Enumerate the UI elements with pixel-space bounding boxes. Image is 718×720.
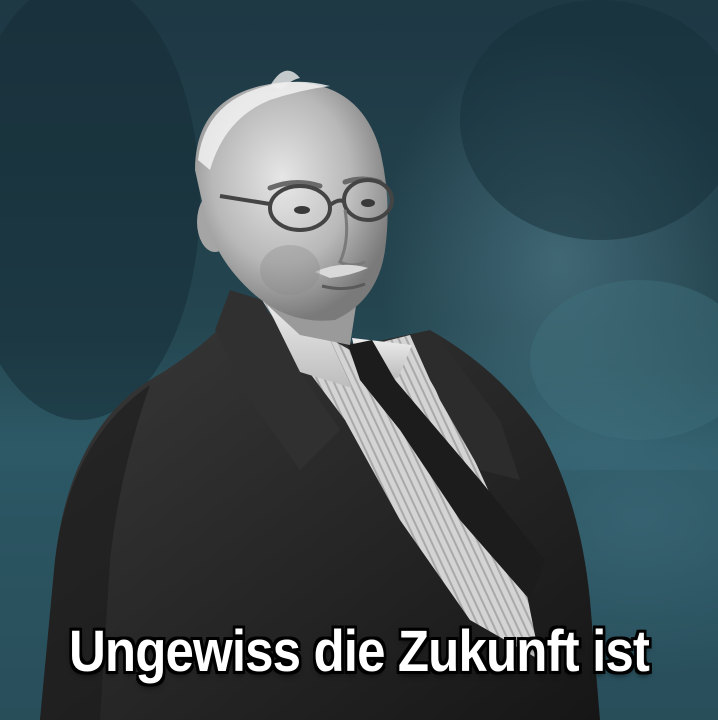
man-portrait-illustration (0, 0, 718, 720)
photo-scene: Ungewiss die Zukunft ist (0, 0, 718, 720)
meme-caption: Ungewiss die Zukunft ist (68, 619, 650, 684)
